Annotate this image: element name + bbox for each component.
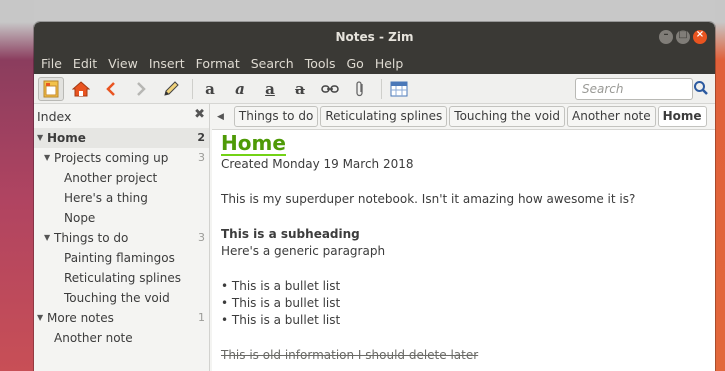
toolbar: a a a a Search — [34, 74, 715, 104]
menu-search[interactable]: Search — [247, 56, 298, 71]
tree-item[interactable]: Here's a thing — [34, 188, 209, 208]
maximize-button[interactable]: □ — [676, 29, 690, 44]
link-icon[interactable] — [317, 77, 343, 101]
title-bar: Notes - Zim – □ × — [34, 22, 715, 52]
forward-icon[interactable] — [128, 77, 154, 101]
bold-icon[interactable]: a — [197, 77, 223, 101]
tree-item-label: Home — [47, 131, 86, 145]
pathbar: ◀ Things to do Reticulating splines Touc… — [212, 104, 715, 129]
tree-item[interactable]: ▼ Things to do 3 — [34, 228, 209, 248]
close-button[interactable]: × — [693, 29, 707, 44]
italic-icon[interactable]: a — [227, 77, 253, 101]
expand-arrow-icon[interactable]: ▼ — [37, 308, 43, 328]
tree-item[interactable]: ▼ More notes 1 — [34, 308, 209, 328]
tree-item-label: Things to do — [54, 231, 129, 245]
tree-item-label: Another project — [64, 171, 158, 185]
subheading: This is a subheading — [221, 227, 360, 241]
tree-item-count: 2 — [197, 131, 205, 144]
tree-item-label: Reticulating splines — [64, 271, 181, 285]
tree-item-label: More notes — [47, 311, 114, 325]
tree-item[interactable]: Reticulating splines — [34, 268, 209, 288]
bullet-item: • This is a bullet list — [221, 279, 341, 293]
intro-text: This is my superduper notebook. Isn't it… — [221, 192, 636, 206]
tab-reticulating-splines[interactable]: Reticulating splines — [320, 106, 448, 127]
tree-item-count: 3 — [198, 231, 205, 244]
desktop-top — [0, 0, 725, 22]
tree-item-label: Painting flamingos — [64, 251, 175, 265]
tree-item[interactable]: Painting flamingos — [34, 248, 209, 268]
index-pane-icon[interactable] — [38, 76, 64, 101]
main-pane: ◀ Things to do Reticulating splines Touc… — [212, 104, 715, 371]
edit-icon[interactable] — [158, 77, 184, 101]
bullet-item: • This is a bullet list — [221, 296, 341, 310]
page-editor[interactable]: Home Created Monday 19 March 2018 This i… — [212, 129, 715, 371]
window-controls: – □ × — [659, 29, 707, 44]
tab-touching-the-void[interactable]: Touching the void — [449, 106, 565, 127]
expand-arrow-icon[interactable]: ▼ — [37, 128, 43, 148]
tree-item[interactable]: Another project — [34, 168, 209, 188]
tab-home[interactable]: Home — [657, 106, 707, 127]
tree-item[interactable]: Another note — [34, 328, 209, 348]
created-date: Created Monday 19 March 2018 — [221, 157, 414, 171]
window-title: Notes - Zim — [335, 30, 414, 44]
tree-item-count: 1 — [198, 311, 205, 324]
menu-format[interactable]: Format — [192, 56, 244, 71]
calendar-icon[interactable] — [386, 77, 412, 101]
app-window: Notes - Zim – □ × File Edit View Insert … — [34, 22, 715, 371]
tree-item-label: Projects coming up — [54, 151, 169, 165]
pathbar-scroll-left-icon[interactable]: ◀ — [217, 112, 224, 122]
menu-bar: File Edit View Insert Format Search Tool… — [34, 52, 715, 74]
minimize-button[interactable]: – — [659, 29, 673, 44]
tree-item[interactable]: Touching the void — [34, 288, 209, 308]
toolbar-separator — [381, 78, 382, 99]
tree-item[interactable]: Nope — [34, 208, 209, 228]
toolbar-separator — [192, 78, 193, 99]
search-icon[interactable] — [693, 79, 711, 99]
strike-icon[interactable]: a — [287, 77, 313, 101]
menu-help[interactable]: Help — [371, 56, 408, 71]
tab-things-to-do[interactable]: Things to do — [233, 106, 319, 127]
strikethrough-text: This is old information I should delete … — [221, 348, 479, 362]
expand-arrow-icon[interactable]: ▼ — [44, 148, 50, 168]
tree-item-label: Here's a thing — [64, 191, 148, 205]
menu-go[interactable]: Go — [342, 56, 367, 71]
tree-item-count: 3 — [198, 151, 205, 164]
tree-item[interactable]: ▼ Projects coming up 3 — [34, 148, 209, 168]
tree-item-label: Nope — [64, 211, 96, 225]
tree-item-label: Another note — [54, 331, 133, 345]
tree-item[interactable]: ▼ Home 2 — [34, 128, 209, 148]
wallpaper — [715, 0, 725, 371]
expand-arrow-icon[interactable]: ▼ — [44, 228, 50, 248]
home-icon[interactable] — [68, 77, 94, 101]
tab-another-note[interactable]: Another note — [567, 106, 656, 127]
tree-item-label: Touching the void — [64, 291, 170, 305]
close-sidebar-icon[interactable]: ✖ — [194, 107, 205, 122]
back-icon[interactable] — [98, 77, 124, 101]
attach-icon[interactable] — [347, 77, 373, 101]
sidebar-title: Index — [37, 108, 72, 124]
bullet-item: • This is a bullet list — [221, 313, 341, 327]
search-input[interactable]: Search — [575, 78, 693, 100]
sidebar-header: Index ✖ — [34, 104, 209, 128]
menu-edit[interactable]: Edit — [69, 56, 101, 71]
menu-tools[interactable]: Tools — [301, 56, 340, 71]
page-title: Home — [221, 131, 286, 156]
index-tree: ▼ Home 2 ▼ Projects coming up 3 Another projec… — [34, 128, 209, 348]
menu-view[interactable]: View — [104, 56, 142, 71]
paragraph: Here's a generic paragraph — [221, 244, 386, 258]
menu-insert[interactable]: Insert — [145, 56, 189, 71]
underline-icon[interactable]: a — [257, 77, 283, 101]
menu-file[interactable]: File — [37, 56, 66, 71]
index-sidebar: Index ✖ ▼ Home 2 ▼ Projects coming up 3 Anothe… — [34, 104, 210, 371]
wallpaper — [0, 0, 34, 371]
